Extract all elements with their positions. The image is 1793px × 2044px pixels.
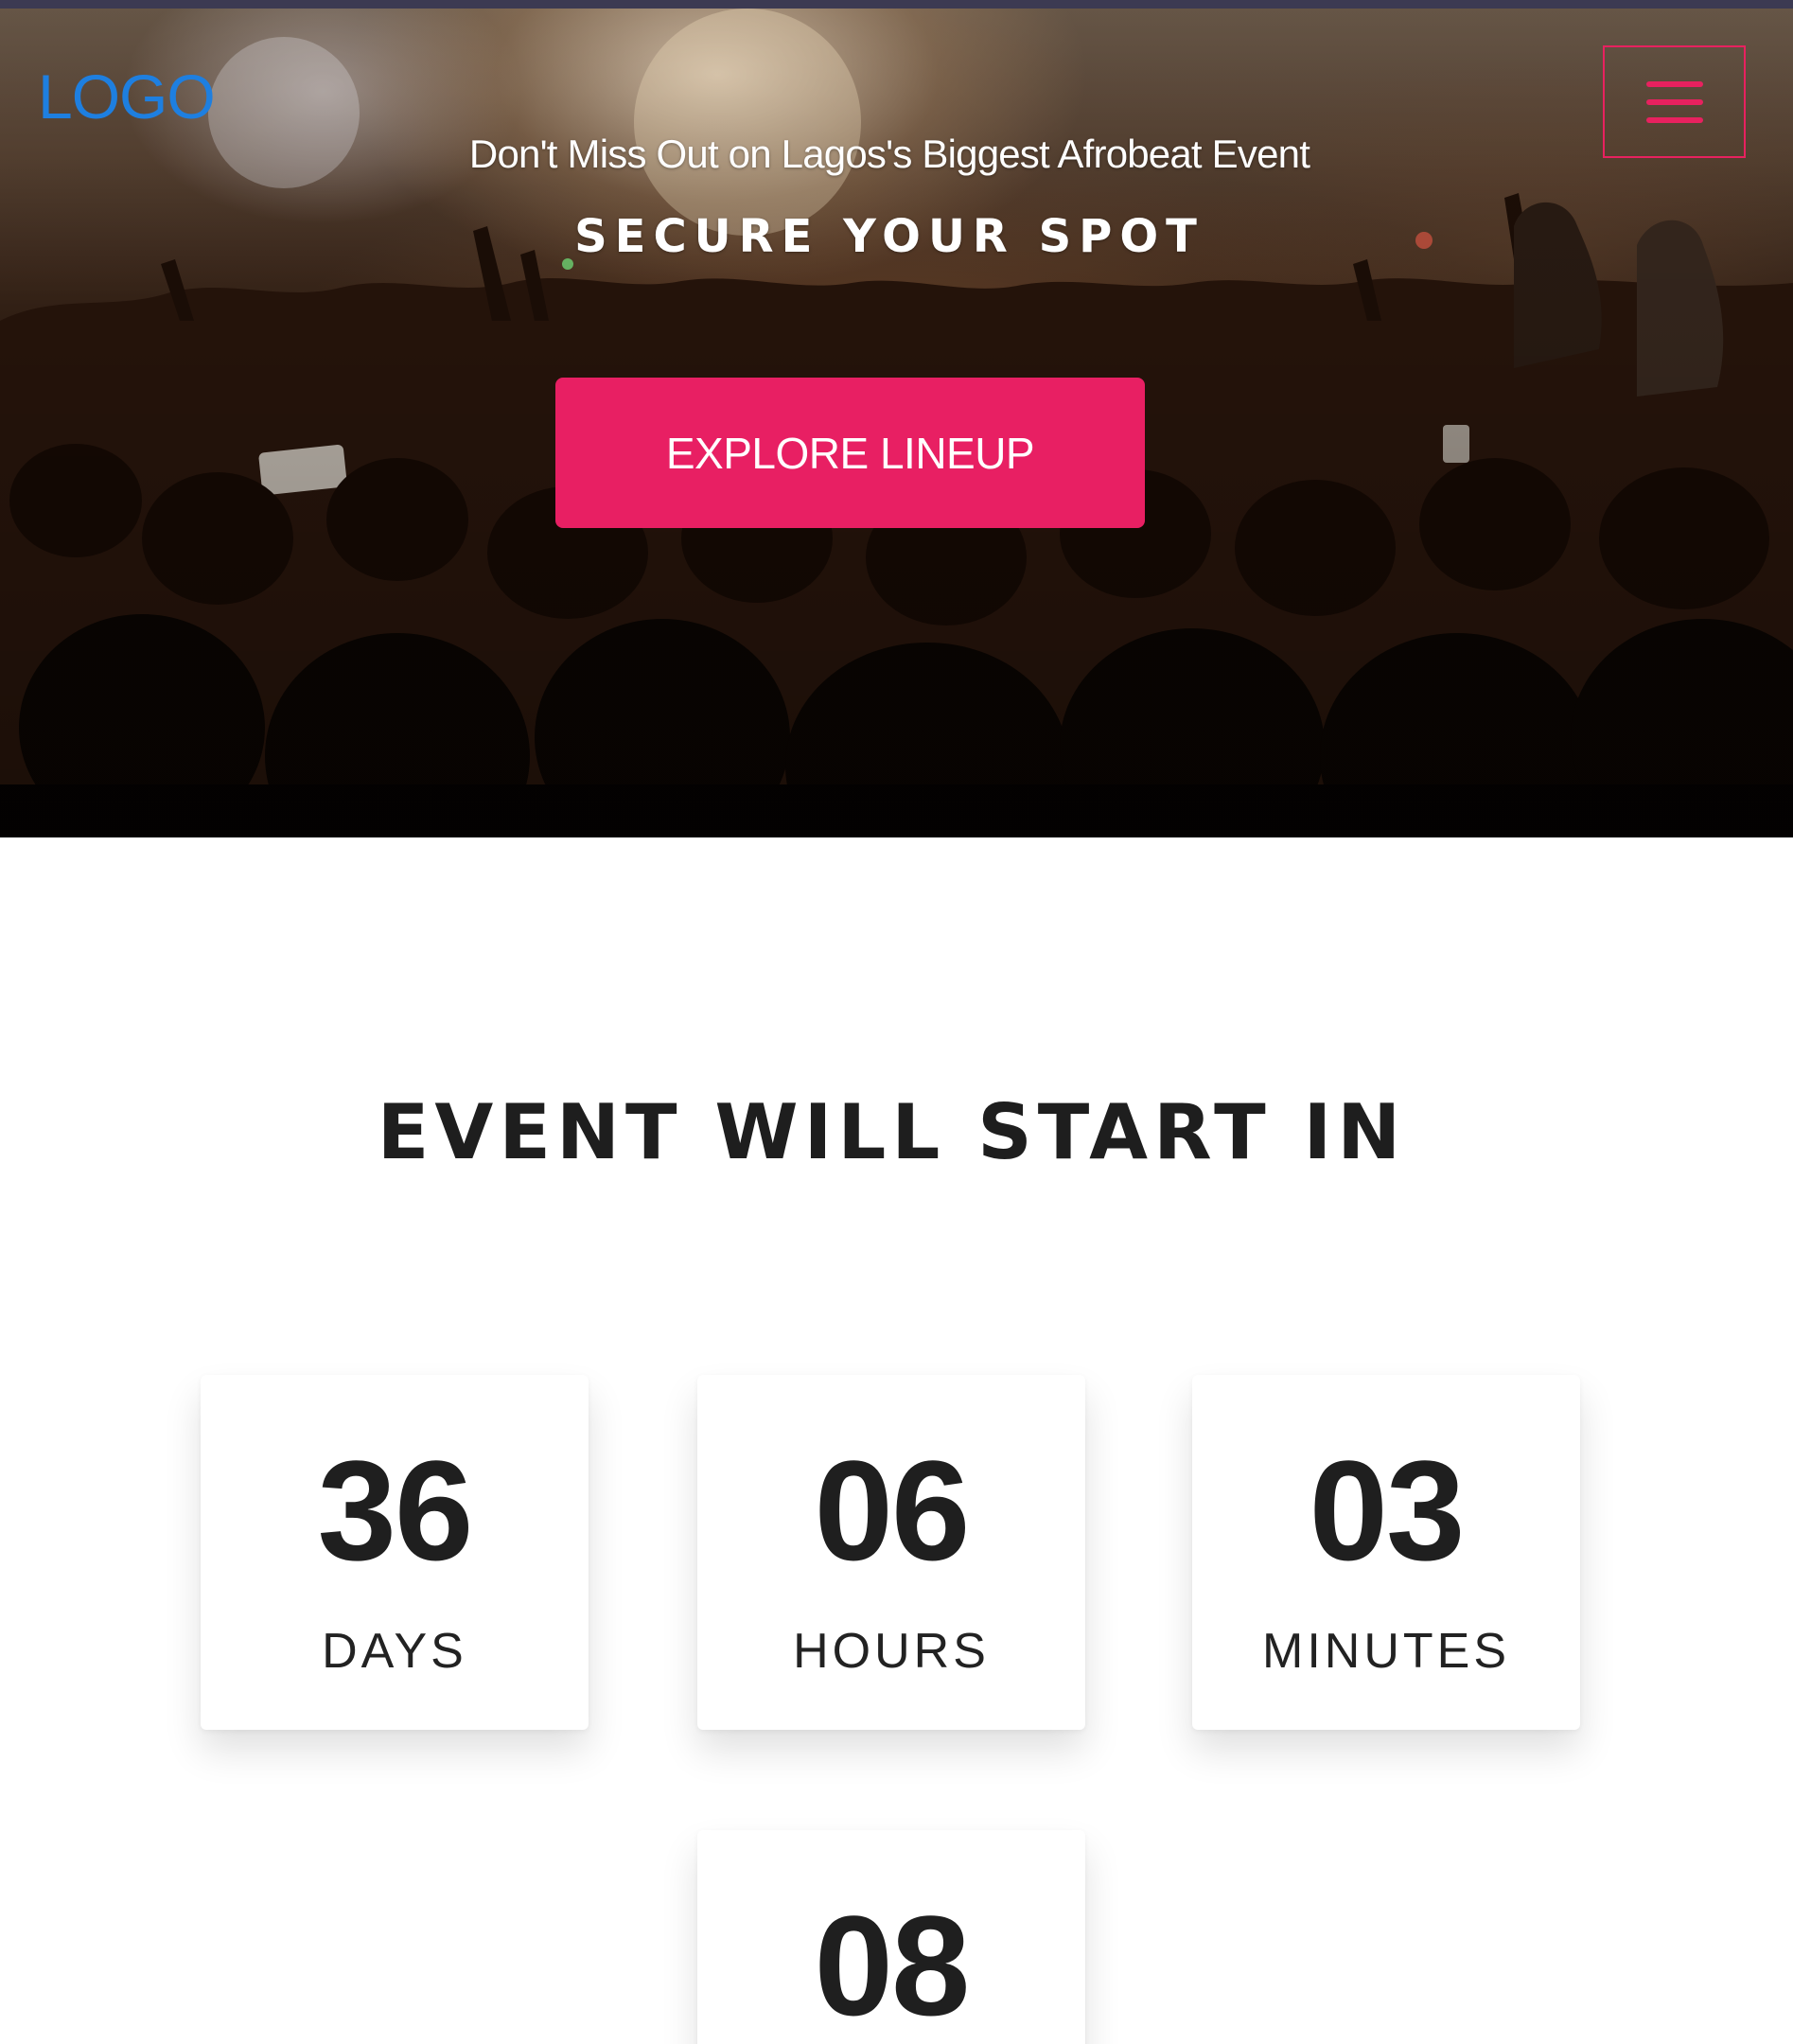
page: LOGO Don't Miss Out on Lagos's Biggest A… — [0, 0, 1793, 2044]
countdown-days-label: DAYS — [322, 1624, 467, 1679]
countdown-hours-label: HOURS — [793, 1624, 990, 1679]
countdown-minutes-value: 03 — [1309, 1431, 1466, 1590]
top-strip — [0, 0, 1793, 9]
hero-title: SECURE YOUR SPOT — [574, 210, 1204, 263]
countdown-minutes-card: 03 MINUTES — [1192, 1375, 1580, 1730]
hero-section: LOGO Don't Miss Out on Lagos's Biggest A… — [0, 9, 1793, 837]
countdown-seconds-card: 08 — [697, 1830, 1085, 2044]
countdown-hours-value: 06 — [814, 1431, 971, 1590]
logo[interactable]: LOGO — [38, 65, 216, 128]
countdown-days-card: 36 DAYS — [201, 1375, 589, 1730]
countdown-title: EVENT WILL START IN — [377, 1088, 1407, 1176]
hero-subtitle: Don't Miss Out on Lagos's Biggest Afrobe… — [468, 132, 1310, 176]
countdown-seconds-value: 08 — [814, 1886, 971, 2044]
countdown-days-value: 36 — [317, 1431, 474, 1590]
countdown-minutes-label: MINUTES — [1262, 1624, 1510, 1679]
hamburger-menu-icon — [1645, 80, 1703, 123]
explore-lineup-button[interactable]: EXPLORE LINEUP — [555, 378, 1145, 528]
countdown-hours-card: 06 HOURS — [697, 1375, 1085, 1730]
